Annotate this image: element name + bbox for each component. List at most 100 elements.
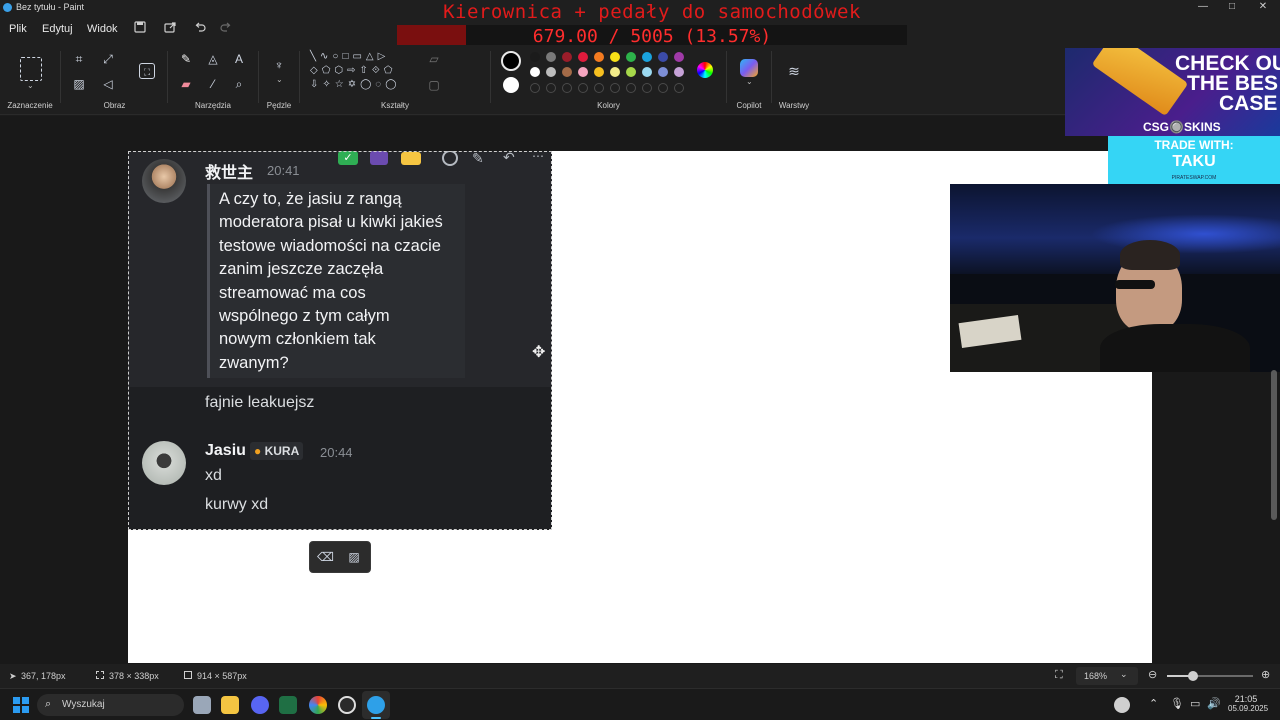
eraser-icon[interactable]: ▰ xyxy=(178,76,194,92)
start-tile xyxy=(13,706,20,713)
selection-dropdown-chevron-icon[interactable]: ⌄ xyxy=(27,81,34,90)
crop-icon[interactable]: ⌗ xyxy=(71,51,87,67)
promo-brand: CSG🔘SKINS xyxy=(1143,120,1221,134)
secondary-color-swatch[interactable] xyxy=(503,77,519,93)
group-label-colors: Kolory xyxy=(597,101,620,110)
excel-icon[interactable] xyxy=(279,696,297,714)
image-select-icon[interactable]: ⛶ xyxy=(139,63,155,79)
trade-url: PIRATESWAP.COM xyxy=(1171,175,1217,181)
zoom-slider-thumb[interactable] xyxy=(1187,671,1198,681)
zoom-dropdown[interactable]: 168% ⌄ xyxy=(1076,667,1138,685)
brush-icon[interactable]: ♆ xyxy=(271,57,287,73)
color-swatch[interactable] xyxy=(562,83,572,93)
clock[interactable]: 21:05 05.09.2025 xyxy=(1228,694,1269,713)
maximize-button[interactable]: □ xyxy=(1225,1,1239,12)
group-label-layers: Warstwy xyxy=(778,101,810,110)
generative-erase-icon[interactable]: ⌫ xyxy=(317,549,334,565)
copilot-icon[interactable] xyxy=(740,59,758,77)
start-tile xyxy=(22,706,29,713)
fit-to-window-icon[interactable]: ⛶ xyxy=(1055,669,1063,682)
redo-icon[interactable] xyxy=(219,21,233,35)
color-swatch[interactable] xyxy=(626,67,636,77)
chrome-icon[interactable] xyxy=(309,696,327,714)
search-icon: ⌕ xyxy=(45,698,52,710)
color-swatch[interactable] xyxy=(610,83,620,93)
color-swatch[interactable] xyxy=(546,67,556,77)
color-swatch[interactable] xyxy=(546,83,556,93)
color-swatch[interactable] xyxy=(562,52,572,62)
minimize-button[interactable]: — xyxy=(1196,1,1210,12)
color-swatch[interactable] xyxy=(530,52,540,62)
color-swatch[interactable] xyxy=(578,67,588,77)
zoom-out-icon[interactable]: ⊖ xyxy=(1148,668,1157,681)
paint-app-icon xyxy=(3,3,12,12)
color-swatch[interactable] xyxy=(658,67,668,77)
color-swatch[interactable] xyxy=(562,67,572,77)
volume-icon[interactable]: 🔊 xyxy=(1207,697,1221,710)
task-view-icon[interactable] xyxy=(193,696,211,714)
color-swatch[interactable] xyxy=(626,83,636,93)
search-box[interactable]: ⌕ Wyszukaj xyxy=(37,694,184,716)
color-swatch[interactable] xyxy=(578,52,588,62)
zoom-in-icon[interactable]: ⊕ xyxy=(1261,668,1270,681)
zoom-slider[interactable] xyxy=(1167,671,1253,681)
shapes-gallery-icon[interactable]: ╲∿○□▭△▷ ◇⬠⬡⇨⇧⟐⬠ ⇩✧☆✡◯◌◯ xyxy=(310,50,410,92)
pencil-icon[interactable]: ✎ xyxy=(178,51,194,67)
discord-icon[interactable] xyxy=(251,696,269,714)
color-swatch[interactable] xyxy=(674,52,684,62)
color-swatch[interactable] xyxy=(578,83,588,93)
microphone-icon[interactable]: 🎙 xyxy=(1170,697,1184,710)
clock-date: 05.09.2025 xyxy=(1228,704,1269,713)
color-swatch[interactable] xyxy=(658,52,668,62)
close-button[interactable]: ✕ xyxy=(1256,1,1270,12)
color-swatch[interactable] xyxy=(642,67,652,77)
resize-icon[interactable]: ⤢ xyxy=(100,51,116,67)
color-swatch[interactable] xyxy=(594,52,604,62)
color-swatch[interactable] xyxy=(642,83,652,93)
group-label-image: Obraz xyxy=(103,101,126,110)
edit-colors-icon[interactable] xyxy=(697,62,713,78)
shape-outline-icon[interactable]: ▱ xyxy=(426,51,442,67)
share-icon[interactable] xyxy=(163,21,177,35)
menu-view[interactable]: Widok xyxy=(87,23,118,35)
color-swatch[interactable] xyxy=(610,52,620,62)
color-swatch[interactable] xyxy=(530,67,540,77)
color-swatch[interactable] xyxy=(658,83,668,93)
file-explorer-icon[interactable] xyxy=(221,696,239,714)
fill-bucket-icon[interactable]: ◬ xyxy=(205,51,221,67)
brush-dropdown-chevron-icon[interactable]: ⌄ xyxy=(276,75,283,84)
color-swatch[interactable] xyxy=(674,83,684,93)
color-swatch[interactable] xyxy=(594,83,604,93)
color-swatch[interactable] xyxy=(546,52,556,62)
color-swatch[interactable] xyxy=(610,67,620,77)
color-swatch[interactable] xyxy=(594,67,604,77)
selection-tool-icon[interactable] xyxy=(20,57,42,81)
text-tool-icon[interactable]: A xyxy=(231,51,247,67)
donation-goal-title: Kierownica + pedały do samochodówek xyxy=(443,1,861,23)
rotate-icon[interactable]: ◁ xyxy=(100,76,116,92)
color-swatch[interactable] xyxy=(674,67,684,77)
obs-icon[interactable] xyxy=(338,696,356,714)
vertical-scrollbar[interactable] xyxy=(1271,370,1277,520)
save-icon[interactable] xyxy=(133,21,147,35)
color-swatch[interactable] xyxy=(626,52,636,62)
shape-fill-icon[interactable]: ▢ xyxy=(426,77,442,93)
color-swatch[interactable] xyxy=(642,52,652,62)
color-swatch[interactable] xyxy=(530,83,540,93)
selection-marquee[interactable] xyxy=(128,151,552,530)
weather-icon[interactable] xyxy=(1114,697,1130,713)
menu-edit[interactable]: Edytuj xyxy=(42,23,73,35)
menu-file[interactable]: Plik xyxy=(9,23,27,35)
show-hidden-icons-chevron-icon[interactable]: ⌃ xyxy=(1149,697,1158,710)
primary-color-swatch[interactable] xyxy=(501,51,521,71)
copilot-dropdown-chevron-icon[interactable]: ⌄ xyxy=(746,77,753,86)
paint-taskbar-button[interactable] xyxy=(362,691,390,719)
color-picker-icon[interactable]: ⁄ xyxy=(205,76,221,92)
network-icon[interactable]: ▭ xyxy=(1190,697,1200,710)
magnifier-icon[interactable]: ⌕ xyxy=(231,76,247,92)
layers-icon[interactable]: ≋ xyxy=(786,63,802,79)
windows-start-icon[interactable] xyxy=(13,697,29,713)
remove-background-icon[interactable]: ▨ xyxy=(346,549,362,565)
remove-background-icon[interactable]: ▨ xyxy=(71,76,87,92)
undo-icon[interactable] xyxy=(193,21,207,35)
